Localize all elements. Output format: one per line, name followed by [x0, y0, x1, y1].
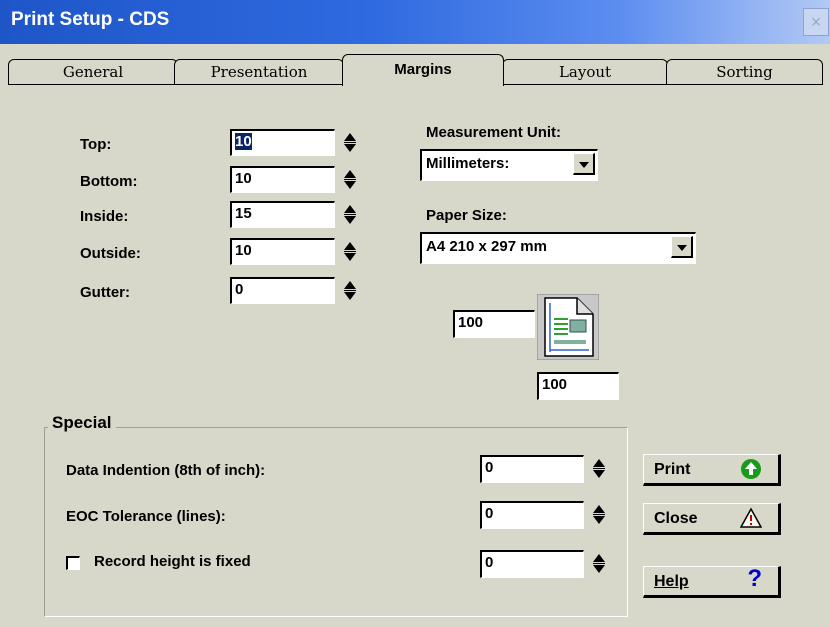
- measurement-unit-value: Millimeters:: [426, 155, 510, 172]
- inside-label: Inside:: [80, 208, 129, 225]
- bottom-spinner[interactable]: [343, 169, 357, 191]
- print-setup-dialog: General Presentation Margins Layout Sort…: [0, 44, 830, 627]
- tab-margins[interactable]: Margins: [342, 54, 504, 86]
- green-up-arrow-icon: [740, 458, 762, 485]
- title-bar: Print Setup - CDS ×: [0, 0, 830, 44]
- data-indention-label: Data Indention (8th of inch):: [66, 462, 266, 479]
- tab-layout[interactable]: Layout: [502, 59, 668, 84]
- outside-spinner[interactable]: [343, 241, 357, 263]
- eoc-tolerance-label: EOC Tolerance (lines):: [66, 508, 226, 525]
- scale-y-input[interactable]: 100: [537, 372, 619, 400]
- inside-spinner[interactable]: [343, 204, 357, 226]
- close-button-label: Close: [654, 510, 698, 527]
- scale-x-input[interactable]: 100: [453, 310, 535, 338]
- measurement-unit-label: Measurement Unit:: [426, 124, 562, 141]
- data-indention-spinner[interactable]: [592, 458, 606, 480]
- tab-sorting[interactable]: Sorting: [666, 59, 823, 84]
- print-button[interactable]: Print: [643, 454, 781, 486]
- outside-margin-input[interactable]: 10: [230, 238, 335, 265]
- tab-strip: General Presentation Margins Layout Sort…: [8, 54, 823, 86]
- top-margin-value: 10: [235, 133, 252, 150]
- eoc-tolerance-spinner[interactable]: [592, 504, 606, 526]
- help-button[interactable]: Help ?: [643, 565, 781, 598]
- gutter-label: Gutter:: [80, 284, 130, 301]
- bottom-margin-input[interactable]: 10: [230, 166, 335, 193]
- bottom-label: Bottom:: [80, 173, 138, 190]
- data-indention-input[interactable]: 0: [480, 455, 584, 483]
- gutter-margin-input[interactable]: 0: [230, 277, 335, 304]
- inside-margin-input[interactable]: 15: [230, 201, 335, 228]
- top-spinner[interactable]: [343, 132, 357, 154]
- paper-size-label: Paper Size:: [426, 207, 507, 224]
- special-group-title: Special: [48, 413, 116, 433]
- print-button-label: Print: [654, 461, 691, 478]
- help-button-label: Help: [654, 573, 689, 590]
- question-mark-icon: ?: [747, 565, 762, 592]
- chevron-down-icon[interactable]: [671, 236, 693, 258]
- top-margin-input[interactable]: 10: [230, 129, 335, 156]
- eoc-tolerance-input[interactable]: 0: [480, 501, 584, 529]
- paper-size-select[interactable]: A4 210 x 297 mm: [420, 232, 696, 264]
- outside-label: Outside:: [80, 245, 141, 262]
- close-button[interactable]: Close: [643, 503, 781, 535]
- paper-size-value: A4 210 x 297 mm: [426, 238, 547, 255]
- tab-presentation[interactable]: Presentation: [174, 59, 344, 84]
- record-height-spinner[interactable]: [592, 553, 606, 575]
- top-label: Top:: [80, 136, 112, 153]
- close-window-button[interactable]: ×: [803, 8, 829, 36]
- chevron-down-icon[interactable]: [573, 153, 595, 175]
- record-height-input[interactable]: 0: [480, 550, 584, 578]
- gutter-spinner[interactable]: [343, 280, 357, 302]
- warning-triangle-icon: [739, 507, 763, 534]
- tab-general[interactable]: General: [8, 59, 178, 84]
- window-title: Print Setup - CDS: [11, 9, 170, 30]
- page-layout-icon: [536, 293, 600, 361]
- record-height-checkbox[interactable]: [66, 556, 80, 570]
- measurement-unit-select[interactable]: Millimeters:: [420, 149, 598, 181]
- record-height-label: Record height is fixed: [94, 553, 251, 570]
